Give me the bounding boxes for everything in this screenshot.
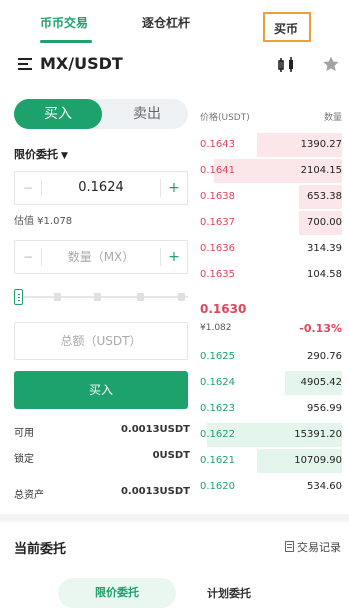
pair-header: MX/USDT: [0, 48, 349, 82]
ask-quantity: 700.00: [307, 217, 342, 228]
menu-icon[interactable]: [18, 58, 32, 70]
bid-quantity: 956.99: [307, 403, 342, 414]
ask-quantity: 1390.27: [300, 139, 342, 150]
ask-price: 0.1637: [200, 217, 235, 228]
orderbook-header: 价格(USDT) 数量: [200, 110, 342, 123]
ask-row[interactable]: 0.1636 314.39: [200, 236, 342, 262]
ask-row[interactable]: 0.1641 2104.15: [200, 158, 342, 184]
bid-quantity: 15391.20: [294, 429, 342, 440]
last-price: 0.1630: [200, 302, 247, 316]
tab-isolated-margin[interactable]: 逐仓杠杆: [142, 14, 190, 31]
order-type-label: 限价委托: [14, 148, 58, 161]
trade-history-link[interactable]: 交易记录: [285, 539, 341, 555]
ask-price: 0.1638: [200, 191, 235, 202]
bid-price: 0.1625: [200, 351, 235, 362]
tab-limit-orders[interactable]: 限价委托: [58, 578, 176, 608]
ask-price: 0.1641: [200, 165, 235, 176]
price-stepper: − 0.1624 +: [14, 171, 188, 205]
ask-price: 0.1643: [200, 139, 235, 150]
bid-row[interactable]: 0.1622 15391.20: [200, 422, 342, 448]
price-increase-button[interactable]: +: [161, 172, 187, 204]
trading-pair-title[interactable]: MX/USDT: [40, 54, 123, 73]
order-type-selector[interactable]: 限价委托 ▼: [14, 146, 68, 162]
document-icon: [285, 541, 294, 552]
price-change-percent: -0.13%: [299, 322, 342, 335]
total-input[interactable]: 总额（USDT）: [14, 322, 188, 360]
bid-price: 0.1624: [200, 377, 235, 388]
tab-buy-coin[interactable]: 买币: [263, 12, 311, 42]
tab-buy-coin-label: 买币: [274, 22, 299, 36]
qty-column-header: 数量: [323, 113, 342, 123]
bid-quantity: 4905.42: [300, 377, 342, 388]
amount-decrease-button[interactable]: −: [15, 241, 41, 273]
ask-price: 0.1635: [200, 269, 235, 280]
submit-buy-button[interactable]: 买入: [14, 371, 188, 409]
bid-row[interactable]: 0.1623 956.99: [200, 396, 342, 422]
ask-row[interactable]: 0.1637 700.00: [200, 210, 342, 236]
price-input[interactable]: 0.1624: [42, 172, 160, 204]
last-price-cny: ¥1.082: [200, 323, 232, 333]
ask-quantity: 314.39: [307, 243, 342, 254]
tab-spot-trading[interactable]: 币币交易: [40, 14, 88, 31]
amount-percent-slider[interactable]: [14, 287, 188, 307]
ask-row[interactable]: 0.1638 653.38: [200, 184, 342, 210]
price-estimate: 估值 ¥1.078: [14, 216, 73, 227]
bid-quantity: 534.60: [307, 481, 342, 492]
bid-row[interactable]: 0.1620 534.60: [200, 474, 342, 500]
sell-side-button[interactable]: 卖出: [106, 99, 188, 129]
bid-price: 0.1621: [200, 455, 235, 466]
tab-plan-orders[interactable]: 计划委托: [207, 585, 251, 601]
bid-row[interactable]: 0.1621 10709.90: [200, 448, 342, 474]
amount-input[interactable]: 数量（MX）: [42, 241, 160, 273]
active-tab-indicator: [40, 40, 92, 43]
bid-price: 0.1623: [200, 403, 235, 414]
bid-quantity: 290.76: [307, 351, 342, 362]
price-decrease-button[interactable]: −: [15, 172, 41, 204]
ask-row[interactable]: 0.1635 104.58: [200, 262, 342, 288]
slider-handle[interactable]: [14, 289, 23, 305]
ask-quantity: 2104.15: [300, 165, 342, 176]
caret-down-icon: ▼: [61, 151, 68, 161]
bid-row[interactable]: 0.1625 290.76: [200, 344, 342, 370]
ask-price: 0.1636: [200, 243, 235, 254]
current-orders-title: 当前委托: [14, 542, 67, 557]
section-divider: [0, 514, 349, 522]
amount-stepper: − 数量（MX） +: [14, 240, 188, 274]
top-tabs: 币币交易 逐仓杠杆 买币: [0, 0, 349, 44]
trade-history-label: 交易记录: [297, 541, 341, 554]
price-column-header: 价格(USDT): [200, 113, 250, 123]
amount-increase-button[interactable]: +: [161, 241, 187, 273]
ask-row[interactable]: 0.1643 1390.27: [200, 132, 342, 158]
bid-price: 0.1622: [200, 429, 235, 440]
ask-quantity: 104.58: [307, 269, 342, 280]
buy-sell-switch: 买入 卖出: [14, 99, 188, 129]
buy-side-button[interactable]: 买入: [14, 99, 102, 129]
ask-quantity: 653.38: [307, 191, 342, 202]
bid-quantity: 10709.90: [294, 455, 342, 466]
favorite-star-icon[interactable]: [322, 55, 340, 73]
bid-price: 0.1620: [200, 481, 235, 492]
kline-chart-icon[interactable]: [276, 56, 298, 74]
bid-row[interactable]: 0.1624 4905.42: [200, 370, 342, 396]
